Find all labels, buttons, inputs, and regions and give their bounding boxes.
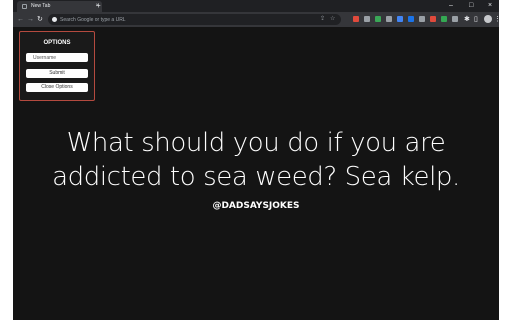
forward-icon[interactable]: →	[27, 15, 34, 24]
extension-icon[interactable]	[452, 16, 458, 22]
extension-icon[interactable]	[430, 16, 436, 22]
extension-icon[interactable]	[397, 16, 403, 22]
extension-icon[interactable]	[408, 16, 414, 22]
profile-avatar[interactable]	[484, 15, 492, 23]
options-panel: OPTIONS Submit Close Options	[19, 31, 95, 101]
username-input[interactable]	[26, 53, 88, 62]
address-bar-input[interactable]	[60, 14, 310, 25]
extension-icon[interactable]	[441, 16, 447, 22]
joke-text: What should you do if you are addicted t…	[52, 128, 460, 192]
extension-icon[interactable]	[364, 16, 370, 22]
google-icon	[52, 17, 57, 22]
tab-strip: New Tab × + – □ ×	[13, 0, 499, 12]
joke-handle: @DADSAYSJOKES	[212, 201, 300, 211]
close-options-button[interactable]: Close Options	[26, 83, 88, 92]
new-tab-button[interactable]: +	[96, 1, 101, 11]
tab-title: New Tab	[31, 3, 51, 9]
options-title: OPTIONS	[43, 40, 71, 46]
close-window-button[interactable]: ×	[488, 1, 492, 10]
page-content: OPTIONS Submit Close Options What should…	[13, 27, 499, 320]
extension-icon[interactable]	[419, 16, 425, 22]
extension-icon[interactable]	[375, 16, 381, 22]
minimize-button[interactable]: –	[449, 1, 453, 10]
maximize-button[interactable]: □	[469, 1, 473, 10]
back-icon[interactable]: ←	[17, 15, 24, 24]
omnibox[interactable]: ⇪ ☆	[48, 14, 341, 25]
reload-icon[interactable]: ↻	[37, 15, 43, 24]
extension-icon[interactable]	[386, 16, 392, 22]
submit-button[interactable]: Submit	[26, 69, 88, 78]
share-icon[interactable]: ⇪	[320, 15, 325, 24]
browser-window: New Tab × + – □ × ← → ↻ ⇪ ☆ ✱ ▯ ⋮	[13, 0, 499, 320]
more-menu-icon[interactable]: ⋮	[494, 15, 499, 24]
browser-toolbar: ← → ↻ ⇪ ☆ ✱ ▯ ⋮	[13, 12, 499, 27]
tab-favicon-icon	[22, 4, 27, 9]
extensions-puzzle-icon[interactable]: ✱	[464, 15, 470, 24]
extension-icon[interactable]	[353, 16, 359, 22]
tab-new-tab[interactable]: New Tab ×	[17, 1, 102, 12]
sidebar-icon[interactable]: ▯	[474, 15, 478, 24]
star-icon[interactable]: ☆	[330, 15, 335, 24]
